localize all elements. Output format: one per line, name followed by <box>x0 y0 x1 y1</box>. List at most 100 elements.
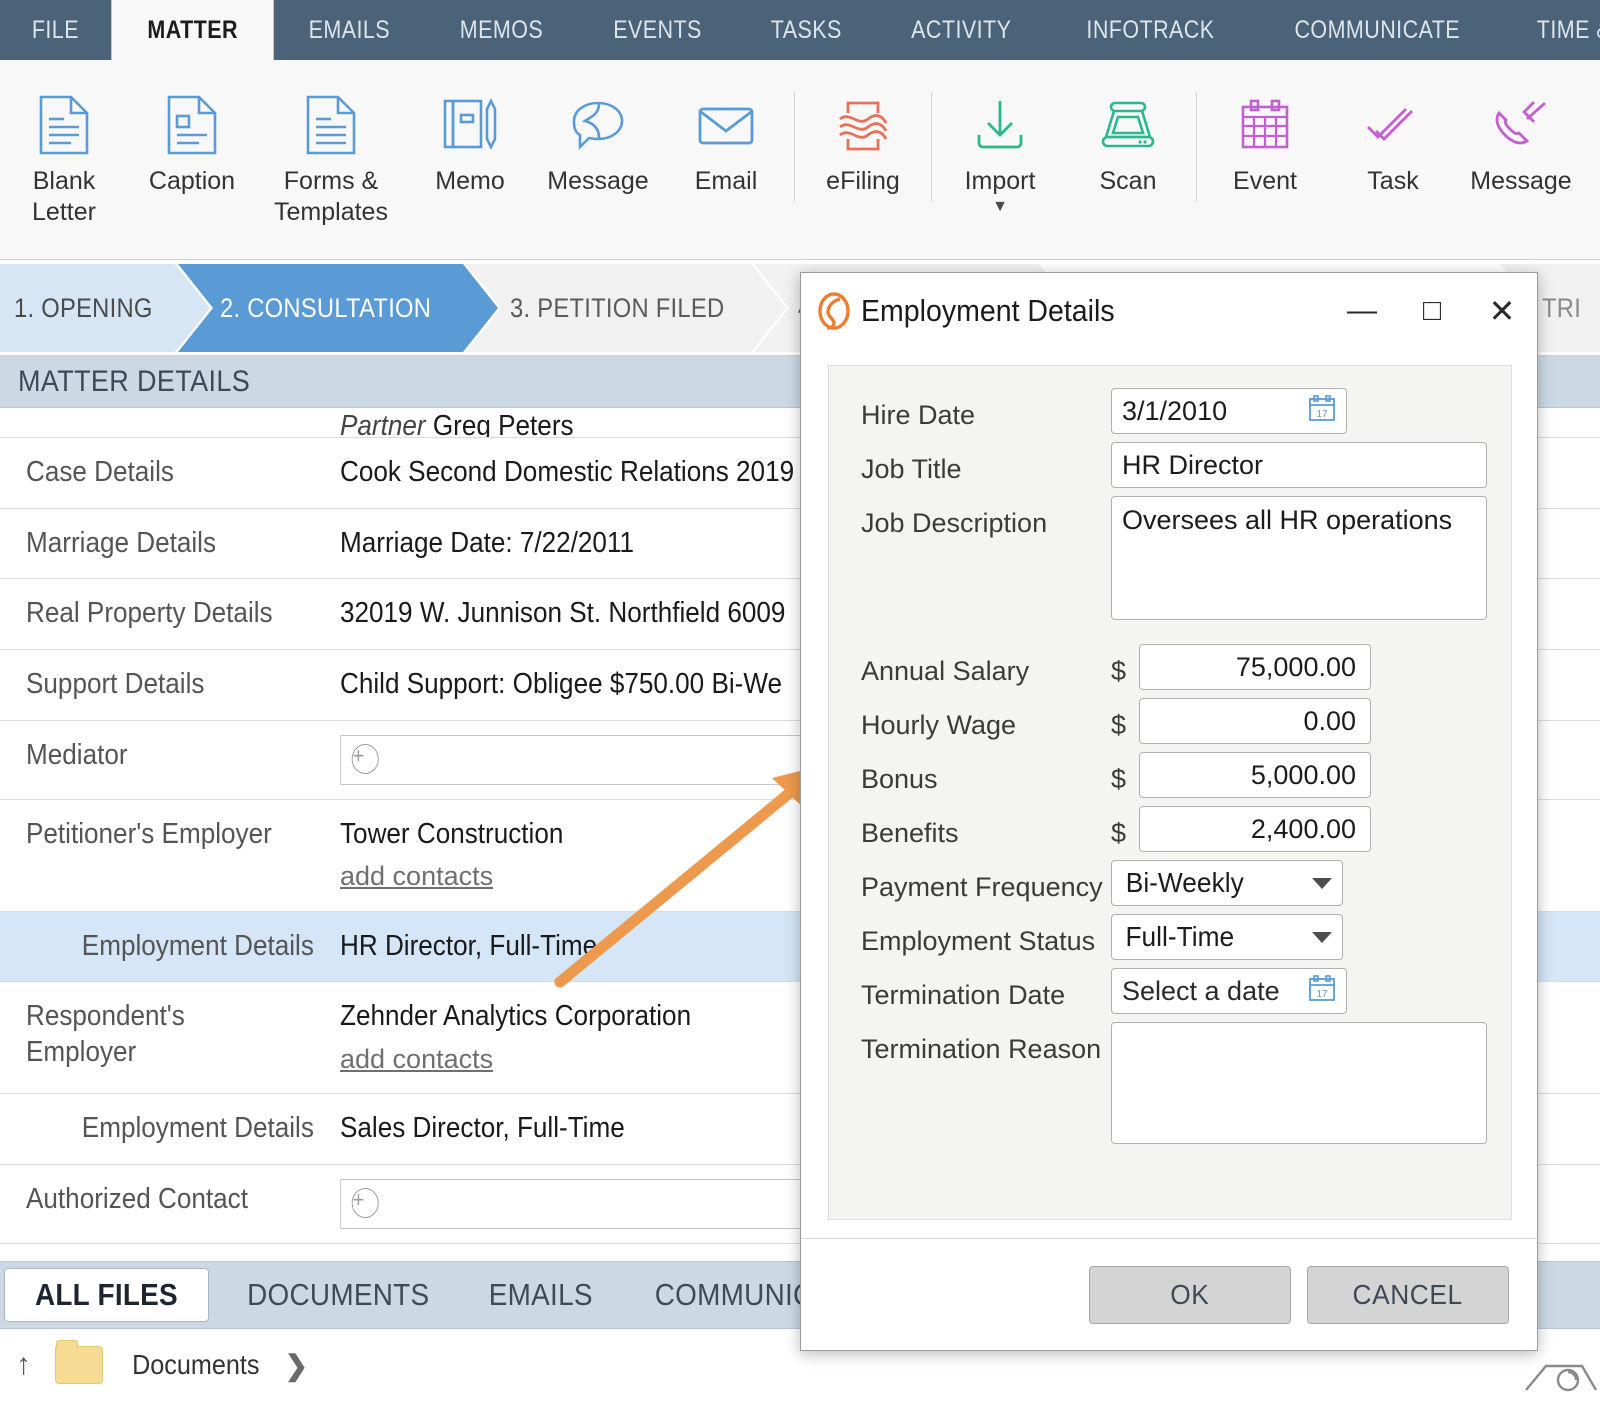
cancel-button[interactable]: CANCEL <box>1307 1265 1509 1324</box>
termination-date-input[interactable]: Select a date 17 <box>1111 968 1347 1014</box>
ribbon-tab-emails[interactable]: EMAILS <box>274 0 425 60</box>
plus-icon[interactable]: + <box>351 1187 379 1218</box>
hire-date-value: 3/1/2010 <box>1122 395 1228 426</box>
ribbon-tab-infotrack[interactable]: INFOTRACK <box>1048 0 1253 60</box>
efiling-button[interactable]: eFiling <box>799 72 927 247</box>
ribbon-tab-tasks[interactable]: TASKS <box>737 0 876 60</box>
row-key: Mediator <box>26 738 128 771</box>
phone-message-button[interactable]: Message <box>1457 72 1585 247</box>
form-row-job-description: Job Description Oversees all HR operatio… <box>861 496 1487 620</box>
memo-button[interactable]: Memo <box>406 72 534 247</box>
maximize-icon[interactable]: □ <box>1397 282 1467 340</box>
termination-reason-label: Termination Reason <box>861 1034 1102 1064</box>
bonus-label: Bonus <box>861 764 938 794</box>
phone-message-label: Message <box>1470 167 1572 195</box>
breadcrumb-documents[interactable]: Documents <box>125 1349 267 1381</box>
workflow-step-label: 3. PETITION FILED <box>510 292 725 323</box>
file-tab-documents[interactable]: DOCUMENTS <box>215 1277 461 1313</box>
ribbon-tab-communicate[interactable]: COMMUNICATE <box>1253 0 1502 60</box>
row-key: Employment Details <box>81 1112 314 1144</box>
file-tab-emails[interactable]: EMAILS <box>461 1277 621 1313</box>
import-label: Import <box>964 167 1036 195</box>
termination-reason-textarea[interactable] <box>1111 1022 1487 1144</box>
currency-symbol: $ <box>1111 710 1127 740</box>
dialog-title-bar[interactable]: Employment Details — □ ✕ <box>801 273 1537 349</box>
ribbon-tab-label: TASKS <box>770 15 842 44</box>
matter-details-title: MATTER DETAILS <box>18 364 251 398</box>
benefits-input[interactable]: 2,400.00 <box>1139 806 1371 852</box>
ribbon-tab-label: MATTER <box>147 15 238 44</box>
ribbon-tab-file[interactable]: FILE <box>0 0 111 60</box>
row-key: Marriage Details <box>26 526 217 559</box>
row-key: Case Details <box>26 456 174 488</box>
navigate-up-icon[interactable]: ↑ <box>16 1348 31 1382</box>
task-label: Task <box>1367 167 1419 195</box>
ribbon-tab-activity[interactable]: ACTIVITY <box>875 0 1048 60</box>
payment-frequency-select[interactable]: Bi-Weekly <box>1111 860 1343 906</box>
scan-button[interactable]: Scan <box>1064 72 1192 247</box>
hourly-wage-label: Hourly Wage <box>861 710 1017 740</box>
ribbon-tab-matter[interactable]: MATTER <box>110 0 275 60</box>
bonus-input[interactable]: 5,000.00 <box>1139 752 1371 798</box>
chevron-right-icon[interactable]: ❯ <box>285 1349 308 1382</box>
task-button[interactable]: Task <box>1329 72 1457 247</box>
dialog-button-bar: OK CANCEL <box>801 1238 1537 1350</box>
form-row-annual-salary: Annual Salary $ 75,000.00 <box>861 644 1487 690</box>
email-button[interactable]: Email <box>662 72 790 247</box>
forms-templates-button[interactable]: Forms & Templates <box>256 72 406 247</box>
memo-label: Memo <box>435 167 505 195</box>
row-key: Petitioner's Employer <box>26 817 272 850</box>
chevron-down-icon[interactable]: ▼ <box>992 198 1008 215</box>
form-row-job-title: Job Title HR Director <box>861 442 1487 488</box>
workflow-step-opening[interactable]: 1. OPENING <box>0 264 210 352</box>
file-tab-all-files[interactable]: ALL FILES <box>4 1268 209 1322</box>
efiling-label: eFiling <box>826 167 900 195</box>
ribbon-tab-label: TIME & B <box>1537 15 1600 44</box>
payment-frequency-value: Bi-Weekly <box>1125 867 1244 898</box>
message-document-button[interactable]: Message <box>534 72 662 247</box>
ok-button[interactable]: OK <box>1089 1265 1291 1324</box>
hourly-wage-input[interactable]: 0.00 <box>1139 698 1371 744</box>
speech-bubble-icon <box>567 94 629 156</box>
job-description-textarea[interactable]: Oversees all HR operations <box>1111 496 1487 620</box>
chevron-down-icon[interactable] <box>1312 931 1332 943</box>
workflow-step-consultation[interactable]: 2. CONSULTATION <box>178 264 498 352</box>
close-icon[interactable]: ✕ <box>1467 282 1537 340</box>
ribbon-tab-label: FILE <box>31 15 79 44</box>
caption-label: Caption <box>148 167 236 195</box>
hourly-wage-value: 0.00 <box>1303 705 1356 736</box>
message-document-label: Message <box>547 167 649 195</box>
ribbon-tab-memos[interactable]: MEMOS <box>425 0 578 60</box>
hire-date-input[interactable]: 3/1/2010 17 <box>1111 388 1347 434</box>
event-button[interactable]: Event <box>1201 72 1329 247</box>
currency-symbol: $ <box>1111 818 1127 848</box>
ribbon-tab-label: EMAILS <box>308 15 391 44</box>
ribbon-tab-label: COMMUNICATE <box>1294 15 1460 44</box>
import-button[interactable]: Import ▼ <box>936 72 1064 247</box>
employment-details-dialog: Employment Details — □ ✕ Hire Date 3/1/2… <box>800 272 1538 1351</box>
hire-date-label: Hire Date <box>861 400 976 430</box>
form-row-bonus: Bonus $ 5,000.00 <box>861 752 1487 798</box>
import-download-icon <box>971 94 1029 156</box>
job-title-label: Job Title <box>861 454 962 484</box>
preview-eye-icon[interactable] <box>1524 1350 1598 1401</box>
chevron-down-icon[interactable] <box>1312 877 1332 889</box>
plus-icon[interactable]: + <box>351 743 379 774</box>
ribbon-tab-time-and-billing[interactable]: TIME & B <box>1501 0 1600 60</box>
calendar-picker-icon[interactable]: 17 <box>1308 974 1336 1009</box>
blank-letter-button[interactable]: Blank Letter <box>0 72 128 247</box>
calendar-picker-icon[interactable]: 17 <box>1308 394 1336 429</box>
annual-salary-input[interactable]: 75,000.00 <box>1139 644 1371 690</box>
workflow-step-petition-filed[interactable]: 3. PETITION FILED <box>466 264 786 352</box>
caption-button[interactable]: Caption <box>128 72 256 247</box>
dialog-title: Employment Details <box>861 293 1115 328</box>
envelope-icon <box>694 94 758 156</box>
ribbon-toolbar: Blank Letter Caption Forms & Templates M… <box>0 60 1600 260</box>
workflow-step-label: 2. CONSULTATION <box>220 292 432 323</box>
job-title-input[interactable]: HR Director <box>1111 442 1487 488</box>
employment-status-select[interactable]: Full-Time <box>1111 914 1343 960</box>
ribbon-tab-events[interactable]: EVENTS <box>578 0 737 60</box>
efiling-icon <box>832 94 894 156</box>
ribbon-divider <box>931 92 932 202</box>
minimize-icon[interactable]: — <box>1327 282 1397 340</box>
